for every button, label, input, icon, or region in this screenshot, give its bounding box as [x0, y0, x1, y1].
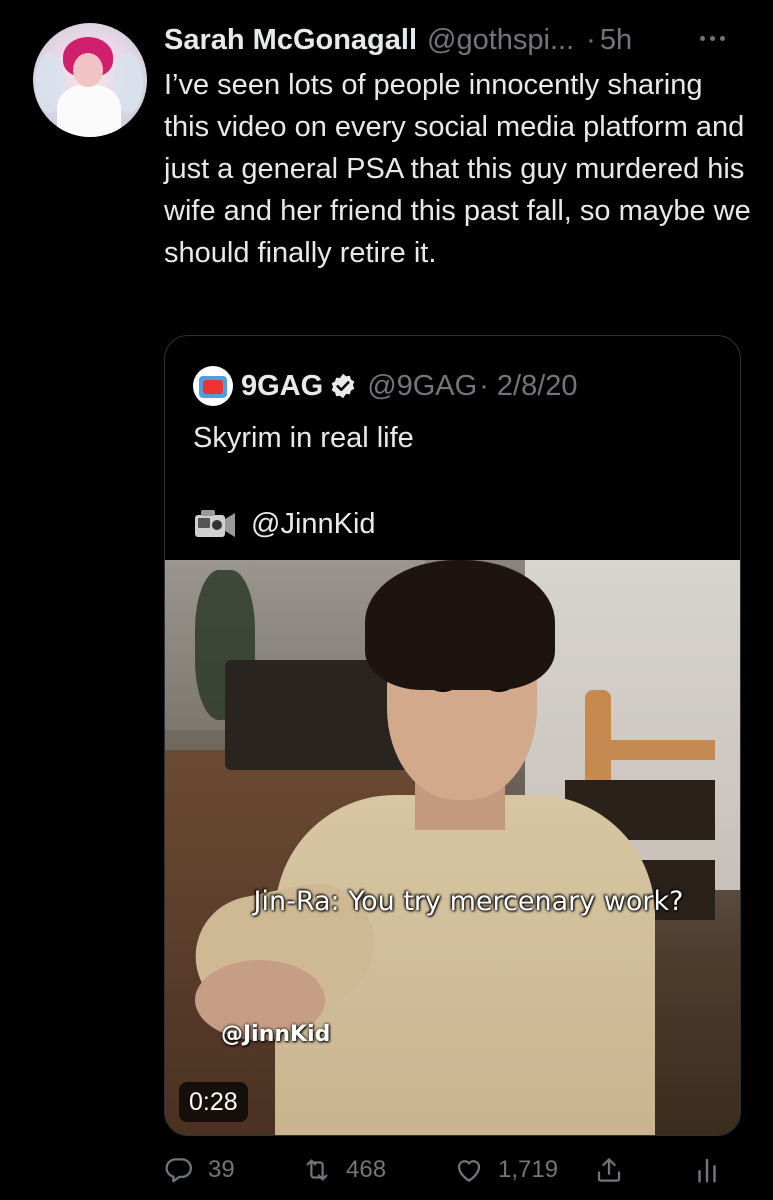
author-avatar[interactable]	[33, 23, 147, 137]
more-options-icon[interactable]	[700, 26, 736, 50]
quoted-author-handle[interactable]: @9GAG	[367, 370, 477, 403]
tweet-timestamp[interactable]: 5h	[600, 24, 632, 57]
heart-icon	[457, 1160, 481, 1182]
like-count: 1,719	[498, 1156, 559, 1183]
author-handle[interactable]: @gothspi...	[427, 24, 574, 57]
like-button[interactable]: 1,719	[454, 1148, 558, 1192]
quoted-tweet-date[interactable]: · 2/8/20	[479, 370, 577, 403]
tweet-action-bar: 39 468 1,719	[164, 1148, 744, 1192]
video-camera-icon	[195, 510, 235, 537]
analytics-icon	[698, 1158, 716, 1183]
video-credit-handle[interactable]: @JinnKid	[251, 508, 376, 541]
video-watermark: @JinnKid	[221, 1022, 331, 1047]
share-button[interactable]	[594, 1148, 638, 1192]
quoted-author-display-name[interactable]: 9GAG	[241, 370, 323, 403]
separator: ·	[586, 23, 596, 56]
avatar-art	[57, 85, 121, 137]
verified-badge-icon	[331, 373, 355, 399]
reply-count: 39	[208, 1156, 235, 1183]
retweet-button[interactable]: 468	[302, 1148, 386, 1192]
retweet-count: 468	[346, 1156, 387, 1183]
reply-icon	[165, 1158, 192, 1183]
tweet-header: Sarah McGonagall @gothspi... · 5h	[164, 22, 744, 58]
author-display-name[interactable]: Sarah McGonagall	[164, 24, 417, 57]
quoted-author-avatar[interactable]	[193, 366, 233, 406]
video-duration-badge: 0:28	[179, 1082, 248, 1122]
avatar-art	[73, 53, 103, 87]
video-frame	[365, 560, 555, 690]
quoted-tweet-text: Skyrim in real life	[193, 422, 414, 454]
quoted-tweet[interactable]: 9GAG @9GAG · 2/8/20 Skyrim in real life …	[164, 335, 741, 1136]
video-credit: @JinnKid	[193, 504, 376, 544]
video-caption: Jin-Ra: You try mercenary work?	[253, 886, 684, 917]
tweet-text: I’ve seen lots of people innocently shar…	[164, 69, 751, 269]
video-player[interactable]: Jin-Ra: You try mercenary work? @JinnKid…	[165, 560, 740, 1135]
retweet-icon	[306, 1159, 328, 1181]
share-icon	[597, 1158, 621, 1182]
reply-button[interactable]: 39	[164, 1148, 235, 1192]
analytics-button[interactable]	[692, 1148, 736, 1192]
quoted-tweet-header: 9GAG @9GAG · 2/8/20	[193, 364, 578, 408]
